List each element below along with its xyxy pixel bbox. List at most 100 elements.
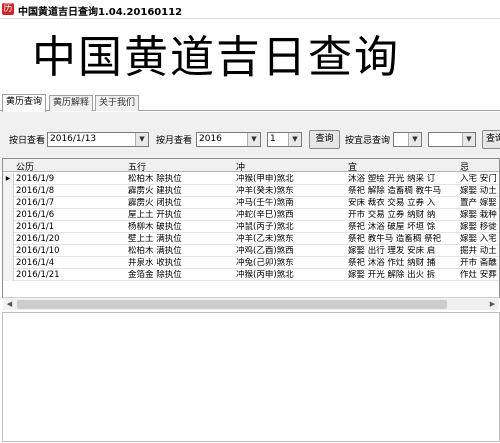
cell-chong: 冲蛇(辛巳)煞西 [236, 210, 294, 220]
app-banner-title: 中国黄道吉日查询 [32, 32, 400, 83]
column-header-wuxing[interactable]: 五行 [128, 160, 146, 173]
cell-yi: 沐浴 塑绘 开光 纳采 订 [348, 174, 436, 184]
row-selector[interactable] [3, 245, 14, 257]
yiji-select[interactable]: ▼ [393, 132, 422, 147]
table-row[interactable]: 2016/1/21 金箔金 除执位 冲猴(丙申)煞北 嫁娶 开光 解除 出火 拆 作灶 … [3, 269, 499, 281]
cell-ji: 置产 嫁娶 [460, 198, 497, 208]
cell-wuxing: 松柏木 满执位 [128, 246, 182, 256]
horizontal-scrollbar[interactable]: ◀ ▶ [3, 297, 499, 310]
cell-ji: 嫁娶 移徙 [460, 222, 497, 232]
cell-wuxing: 霹雳火 闭执位 [128, 198, 182, 208]
cell-chong: 冲鸡(乙酉)煞西 [236, 246, 294, 256]
cell-chong: 冲羊(癸未)煞东 [236, 186, 294, 196]
title-bar: 历 中国黄道吉日查询1.04.20160112 [0, 0, 500, 19]
cell-date: 2016/1/8 [16, 186, 55, 196]
cell-chong: 冲猴(甲申)煞北 [236, 174, 294, 184]
cell-yi: 嫁娶 出行 理发 安床 启 [348, 246, 436, 256]
year-select[interactable]: 2016 ▼ [196, 132, 261, 147]
cell-yi: 开市 交易 立券 纳财 纳 [348, 210, 436, 220]
scroll-right-icon[interactable]: ▶ [487, 299, 498, 310]
chevron-down-icon[interactable]: ▼ [288, 133, 301, 146]
day-view-label: 按日查看 [9, 136, 46, 146]
cell-date: 2016/1/21 [16, 270, 60, 280]
column-header-ji[interactable]: 忌 [460, 160, 469, 173]
column-header-yi[interactable]: 宜 [348, 160, 357, 173]
row-selector[interactable] [3, 209, 14, 221]
cell-yi: 祭祀 教牛马 造畜稠 祭祀 [348, 234, 442, 244]
almanac-grid[interactable]: 公历 五行 冲 宜 忌 ▶ 2016/1/9 松柏木 除执位 冲猴(甲申)煞北 沐浴 塑… [2, 158, 500, 298]
cell-ji: 嫁娶 入宅 [460, 234, 497, 244]
cell-ji: 入宅 安门 [460, 174, 497, 184]
table-row[interactable]: 2016/1/4 井泉水 收执位 冲兔(己卯)煞东 祭祀 沐浴 作灶 纳财 捕 开市 斋… [3, 257, 499, 269]
row-selector[interactable] [3, 221, 14, 233]
cell-wuxing: 霹雳火 建执位 [128, 186, 182, 196]
cell-date: 2016/1/10 [16, 246, 60, 256]
column-header-chong[interactable]: 冲 [236, 160, 245, 173]
column-header-date[interactable]: 公历 [16, 160, 34, 173]
row-selector[interactable] [3, 197, 14, 209]
row-selector[interactable] [3, 185, 14, 197]
date-picker[interactable]: 2016/1/13 ▼ [47, 132, 149, 147]
table-row[interactable]: 2016/1/7 霹雳火 闭执位 冲马(壬午)煞南 安床 裁衣 交易 立券 入 置产 嫁… [3, 197, 499, 209]
calendar-app-icon: 历 [2, 3, 14, 15]
table-row[interactable]: ▶ 2016/1/9 松柏木 除执位 冲猴(甲申)煞北 沐浴 塑绘 开光 纳采 订 入宅 … [3, 173, 499, 185]
cell-chong: 冲羊(乙未)煞东 [236, 234, 294, 244]
cell-date: 2016/1/7 [16, 198, 55, 208]
month-query-button[interactable]: 查询 [309, 130, 340, 149]
cell-wuxing: 松柏木 除执位 [128, 174, 182, 184]
yiji-query-button[interactable]: 查询 [482, 130, 500, 149]
cell-ji: 开市 斋醮 [460, 258, 497, 268]
table-row[interactable]: 2016/1/10 松柏木 满执位 冲鸡(乙酉)煞西 嫁娶 出行 理发 安床 启 掘井 … [3, 245, 499, 257]
chevron-down-icon[interactable]: ▼ [135, 133, 148, 146]
cell-ji: 嫁娶 动土 [460, 186, 497, 196]
cell-yi: 祭祀 沐浴 破屋 坏垣 馀 [348, 222, 436, 232]
cell-chong: 冲鼠(丙子)煞北 [236, 222, 294, 232]
yiji-query-label: 按宜忌查询 [345, 136, 391, 146]
cell-chong: 冲猴(丙申)煞北 [236, 270, 294, 280]
month-select-value: 1 [270, 134, 276, 144]
table-row[interactable]: 2016/1/1 杨柳木 破执位 冲鼠(丙子)煞北 祭祀 沐浴 破屋 坏垣 馀 嫁娶 移… [3, 221, 499, 233]
grid-header: 公历 五行 冲 宜 忌 [3, 159, 499, 173]
tab-about-us[interactable]: 关于我们 [95, 95, 140, 111]
row-pointer-icon[interactable]: ▶ [3, 173, 14, 185]
cell-wuxing: 井泉水 收执位 [128, 258, 182, 268]
cell-yi: 安床 裁衣 交易 立券 入 [348, 198, 436, 208]
scroll-left-icon[interactable]: ◀ [4, 299, 15, 310]
cell-ji: 掘井 动土 [460, 246, 497, 256]
tab-almanac-explain[interactable]: 黄历解释 [49, 95, 94, 111]
month-select[interactable]: 1 ▼ [267, 132, 302, 147]
tab-almanac-query[interactable]: 黄历查询 [2, 94, 47, 112]
cell-chong: 冲马(壬午)煞南 [236, 198, 294, 208]
month-view-label: 按月查看 [156, 136, 193, 146]
cell-ji: 嫁娶 栽种 [460, 210, 497, 220]
tab-strip: 黄历查询 黄历解释 关于我们 [0, 94, 500, 112]
cell-wuxing: 壁上土 满执位 [128, 234, 182, 244]
cell-ji: 作灶 安葬 [460, 270, 497, 280]
scrollbar-thumb[interactable] [17, 300, 447, 309]
cell-wuxing: 金箔金 除执位 [128, 270, 182, 280]
cell-chong: 冲兔(己卯)煞东 [236, 258, 294, 268]
row-selector[interactable] [3, 257, 14, 269]
year-select-value: 2016 [199, 134, 222, 144]
row-selector[interactable] [3, 233, 14, 245]
cell-date: 2016/1/6 [16, 210, 55, 220]
table-row[interactable]: 2016/1/6 屋上土 开执位 冲蛇(辛巳)煞西 开市 交易 立券 纳财 纳 嫁娶 栽… [3, 209, 499, 221]
row-selector[interactable] [3, 269, 14, 281]
chevron-down-icon[interactable]: ▼ [247, 133, 260, 146]
window-title: 中国黄道吉日查询1.04.20160112 [18, 7, 183, 18]
yiji-select-2[interactable]: ▼ [428, 132, 476, 147]
cell-date: 2016/1/20 [16, 234, 60, 244]
chevron-down-icon[interactable]: ▼ [408, 133, 421, 146]
cell-yi: 嫁娶 开光 解除 出火 拆 [348, 270, 436, 280]
detail-panel [2, 312, 500, 442]
table-row[interactable]: 2016/1/20 壁上土 满执位 冲羊(乙未)煞东 祭祀 教牛马 造畜稠 祭祀 嫁娶 … [3, 233, 499, 245]
date-picker-value: 2016/1/13 [50, 134, 97, 144]
cell-date: 2016/1/1 [16, 222, 55, 232]
cell-yi: 祭祀 解除 造畜稠 教牛马 [348, 186, 442, 196]
cell-date: 2016/1/4 [16, 258, 55, 268]
table-row[interactable]: 2016/1/8 霹雳火 建执位 冲羊(癸未)煞东 祭祀 解除 造畜稠 教牛马 嫁娶 动… [3, 185, 499, 197]
cell-wuxing: 屋上土 开执位 [128, 210, 182, 220]
cell-yi: 祭祀 沐浴 作灶 纳财 捕 [348, 258, 436, 268]
chevron-down-icon[interactable]: ▼ [462, 133, 475, 146]
cell-date: 2016/1/9 [16, 174, 55, 184]
